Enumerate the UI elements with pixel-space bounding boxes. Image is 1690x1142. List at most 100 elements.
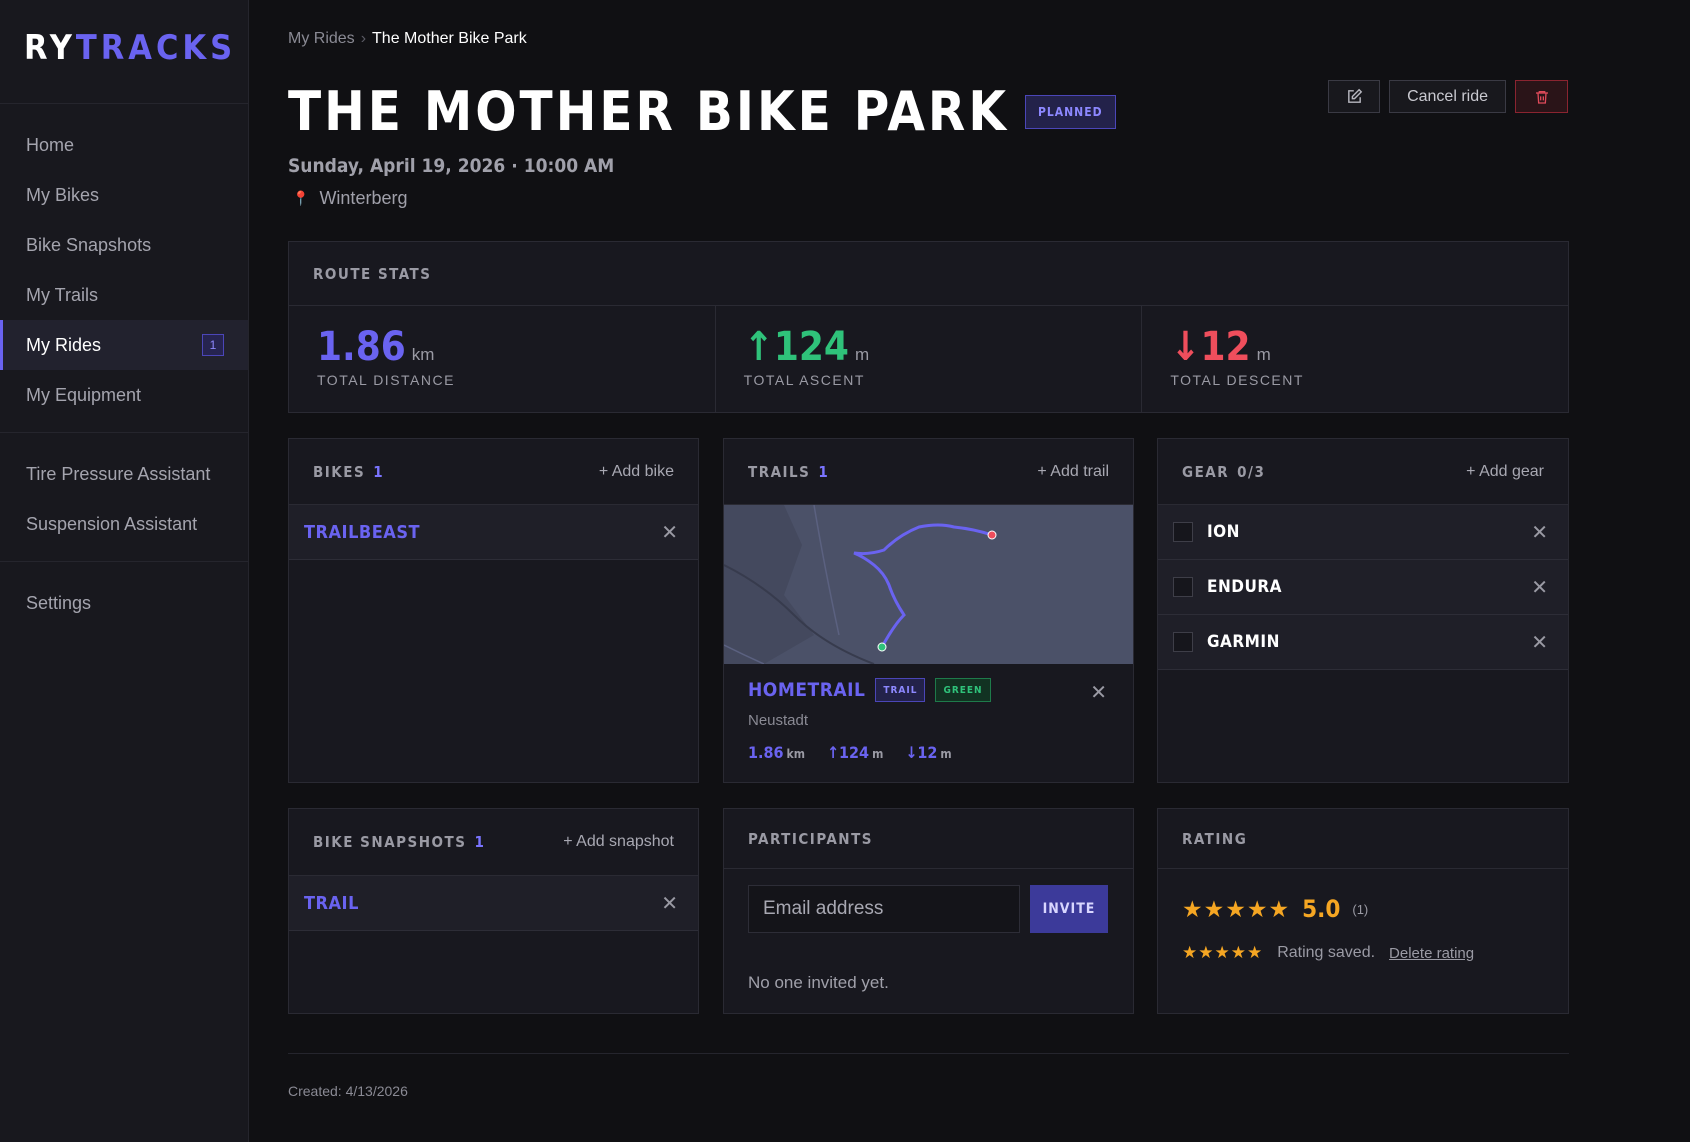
gear-checkbox[interactable] [1173,632,1193,652]
trail-stats: 1.86 km ↑124 m ↓12 m [748,743,1109,762]
nav-main: Home My Bikes Bike Snapshots My Trails M… [0,104,248,433]
trail-name[interactable]: HOMETRAIL [748,679,865,701]
sidebar-item-tire-pressure[interactable]: Tire Pressure Assistant [0,449,248,499]
card-title: RATING [1182,829,1248,848]
delete-button[interactable] [1515,80,1568,113]
delete-rating-link[interactable]: Delete rating [1389,945,1474,962]
card-title-text: BIKE SNAPSHOTS [313,833,467,851]
trail-distance-value: 1.86 [748,743,784,762]
card-count: 1 [373,462,385,481]
bike-name[interactable]: TRAILBEAST [304,522,420,543]
footer-divider [288,1053,1569,1054]
card-title: BIKE SNAPSHOTS 1 [313,833,485,851]
trail-distance-unit: km [786,747,805,761]
rating-saved-text: Rating saved. [1277,944,1376,961]
stat-ascent: ↑124 m TOTAL ASCENT [716,306,1143,413]
close-icon[interactable]: ✕ [661,891,678,916]
close-icon[interactable]: ✕ [1090,680,1107,705]
close-icon[interactable]: ✕ [1531,520,1548,545]
card-header: RATING [1158,809,1568,869]
card-title-text: GEAR [1182,462,1230,481]
gear-name: ENDURA [1207,577,1282,597]
list-item[interactable]: TRAILBEAST ✕ [289,505,698,560]
list-item: GARMIN ✕ [1158,615,1568,670]
add-bike-button[interactable]: + Add bike [599,463,674,481]
edit-button[interactable] [1328,80,1381,113]
card-title: GEAR 0/3 [1182,463,1265,481]
sidebar-item-my-bikes[interactable]: My Bikes [0,170,248,220]
close-icon[interactable]: ✕ [661,520,678,545]
breadcrumb: My Rides › The Mother Bike Park [288,30,527,48]
stat-label: TOTAL ASCENT [743,372,865,388]
rating-card: RATING ★★★★★ 5.0 (1) ★★★★★ Rating saved.… [1157,808,1569,1014]
trail-ascent: ↑124 m [827,743,883,762]
snapshots-card: BIKE SNAPSHOTS 1 + Add snapshot TRAIL ✕ [288,808,699,1014]
trail-descent: ↓12 m [905,743,951,762]
cancel-ride-button[interactable]: Cancel ride [1389,80,1506,113]
nav-assistants: Tire Pressure Assistant Suspension Assis… [0,433,248,562]
stat-label: TOTAL DISTANCE [317,372,455,388]
sidebar-item-bike-snapshots[interactable]: Bike Snapshots [0,220,248,270]
stat-label: TOTAL DESCENT [1170,372,1304,388]
stat-value: 12 [1200,324,1251,370]
trail-ascent-value: ↑124 [826,743,870,762]
user-rating: ★★★★★ Rating saved. Delete rating [1158,923,1568,963]
close-icon[interactable]: ✕ [1531,575,1548,600]
title-row: THE MOTHER BIKE PARK PLANNED [288,80,1116,144]
breadcrumb-parent[interactable]: My Rides [288,30,355,47]
location-text: Winterberg [319,188,408,208]
snapshot-name[interactable]: TRAIL [304,893,359,914]
card-title: TRAILS 1 [748,463,829,481]
trail-location: Neustadt [748,712,809,729]
list-item[interactable]: TRAIL ✕ [289,876,698,931]
sidebar-item-settings[interactable]: Settings [0,578,248,628]
trail-map[interactable] [724,505,1133,664]
sidebar-item-suspension[interactable]: Suspension Assistant [0,499,248,549]
card-header: BIKE SNAPSHOTS 1 + Add snapshot [289,809,698,876]
ride-location: 📍 Winterberg [292,188,407,209]
app-logo[interactable]: RYTRACKS [0,0,248,104]
invite-button[interactable]: INVITE [1030,885,1108,933]
trails-card: TRAILS 1 + Add trail HOMETRAIL TRAIL GREE… [723,438,1134,783]
trail-ascent-unit: m [872,747,884,761]
close-icon[interactable]: ✕ [1531,630,1548,655]
sidebar-item-home[interactable]: Home [0,120,248,170]
sidebar-item-my-equipment[interactable]: My Equipment [0,370,248,420]
card-title-text: TRAILS [748,462,811,481]
sidebar: RYTRACKS Home My Bikes Bike Snapshots My… [0,0,249,1142]
add-gear-button[interactable]: + Add gear [1466,463,1544,481]
user-stars-icon[interactable]: ★★★★★ [1182,943,1263,963]
card-header: GEAR 0/3 + Add gear [1158,439,1568,505]
ride-date: Sunday, April 19, 2026 · 10:00 AM [288,155,615,177]
add-trail-button[interactable]: + Add trail [1037,463,1109,481]
list-item: ION ✕ [1158,505,1568,560]
trail-distance: 1.86 km [748,743,805,762]
gear-name: ION [1207,522,1240,542]
stat-value: 124 [773,324,849,370]
stat-descent: ↓12 m TOTAL DESCENT [1142,306,1568,413]
email-field[interactable] [748,885,1020,933]
card-header: TRAILS 1 + Add trail [724,439,1133,505]
gear-checkbox[interactable] [1173,522,1193,542]
sidebar-item-label: Settings [26,592,92,613]
invite-row: INVITE [724,869,1133,933]
sidebar-item-my-rides[interactable]: My Rides 1 [0,320,248,370]
bikes-card: BIKES 1 + Add bike TRAILBEAST ✕ [288,438,699,783]
trail-type-tag: TRAIL [875,678,926,702]
logo-part1: RY [24,28,76,68]
page-title: THE MOTHER BIKE PARK [288,80,1009,143]
edit-icon [1347,88,1362,103]
ascent-arrow-icon: ↑ [743,324,774,370]
trail-difficulty-tag: GREEN [935,678,991,702]
ride-actions: Cancel ride [1328,80,1568,113]
sidebar-item-label: My Trails [26,284,98,305]
sidebar-item-label: Bike Snapshots [26,234,152,255]
add-snapshot-button[interactable]: + Add snapshot [563,833,674,851]
gear-name: GARMIN [1207,632,1280,652]
logo-part2: TRACKS [75,28,237,68]
gear-checkbox[interactable] [1173,577,1193,597]
participants-card: PARTICIPANTS INVITE No one invited yet. [723,808,1134,1014]
descent-arrow-icon: ↓ [1170,324,1201,370]
rating-score: 5.0 [1302,895,1341,923]
sidebar-item-my-trails[interactable]: My Trails [0,270,248,320]
